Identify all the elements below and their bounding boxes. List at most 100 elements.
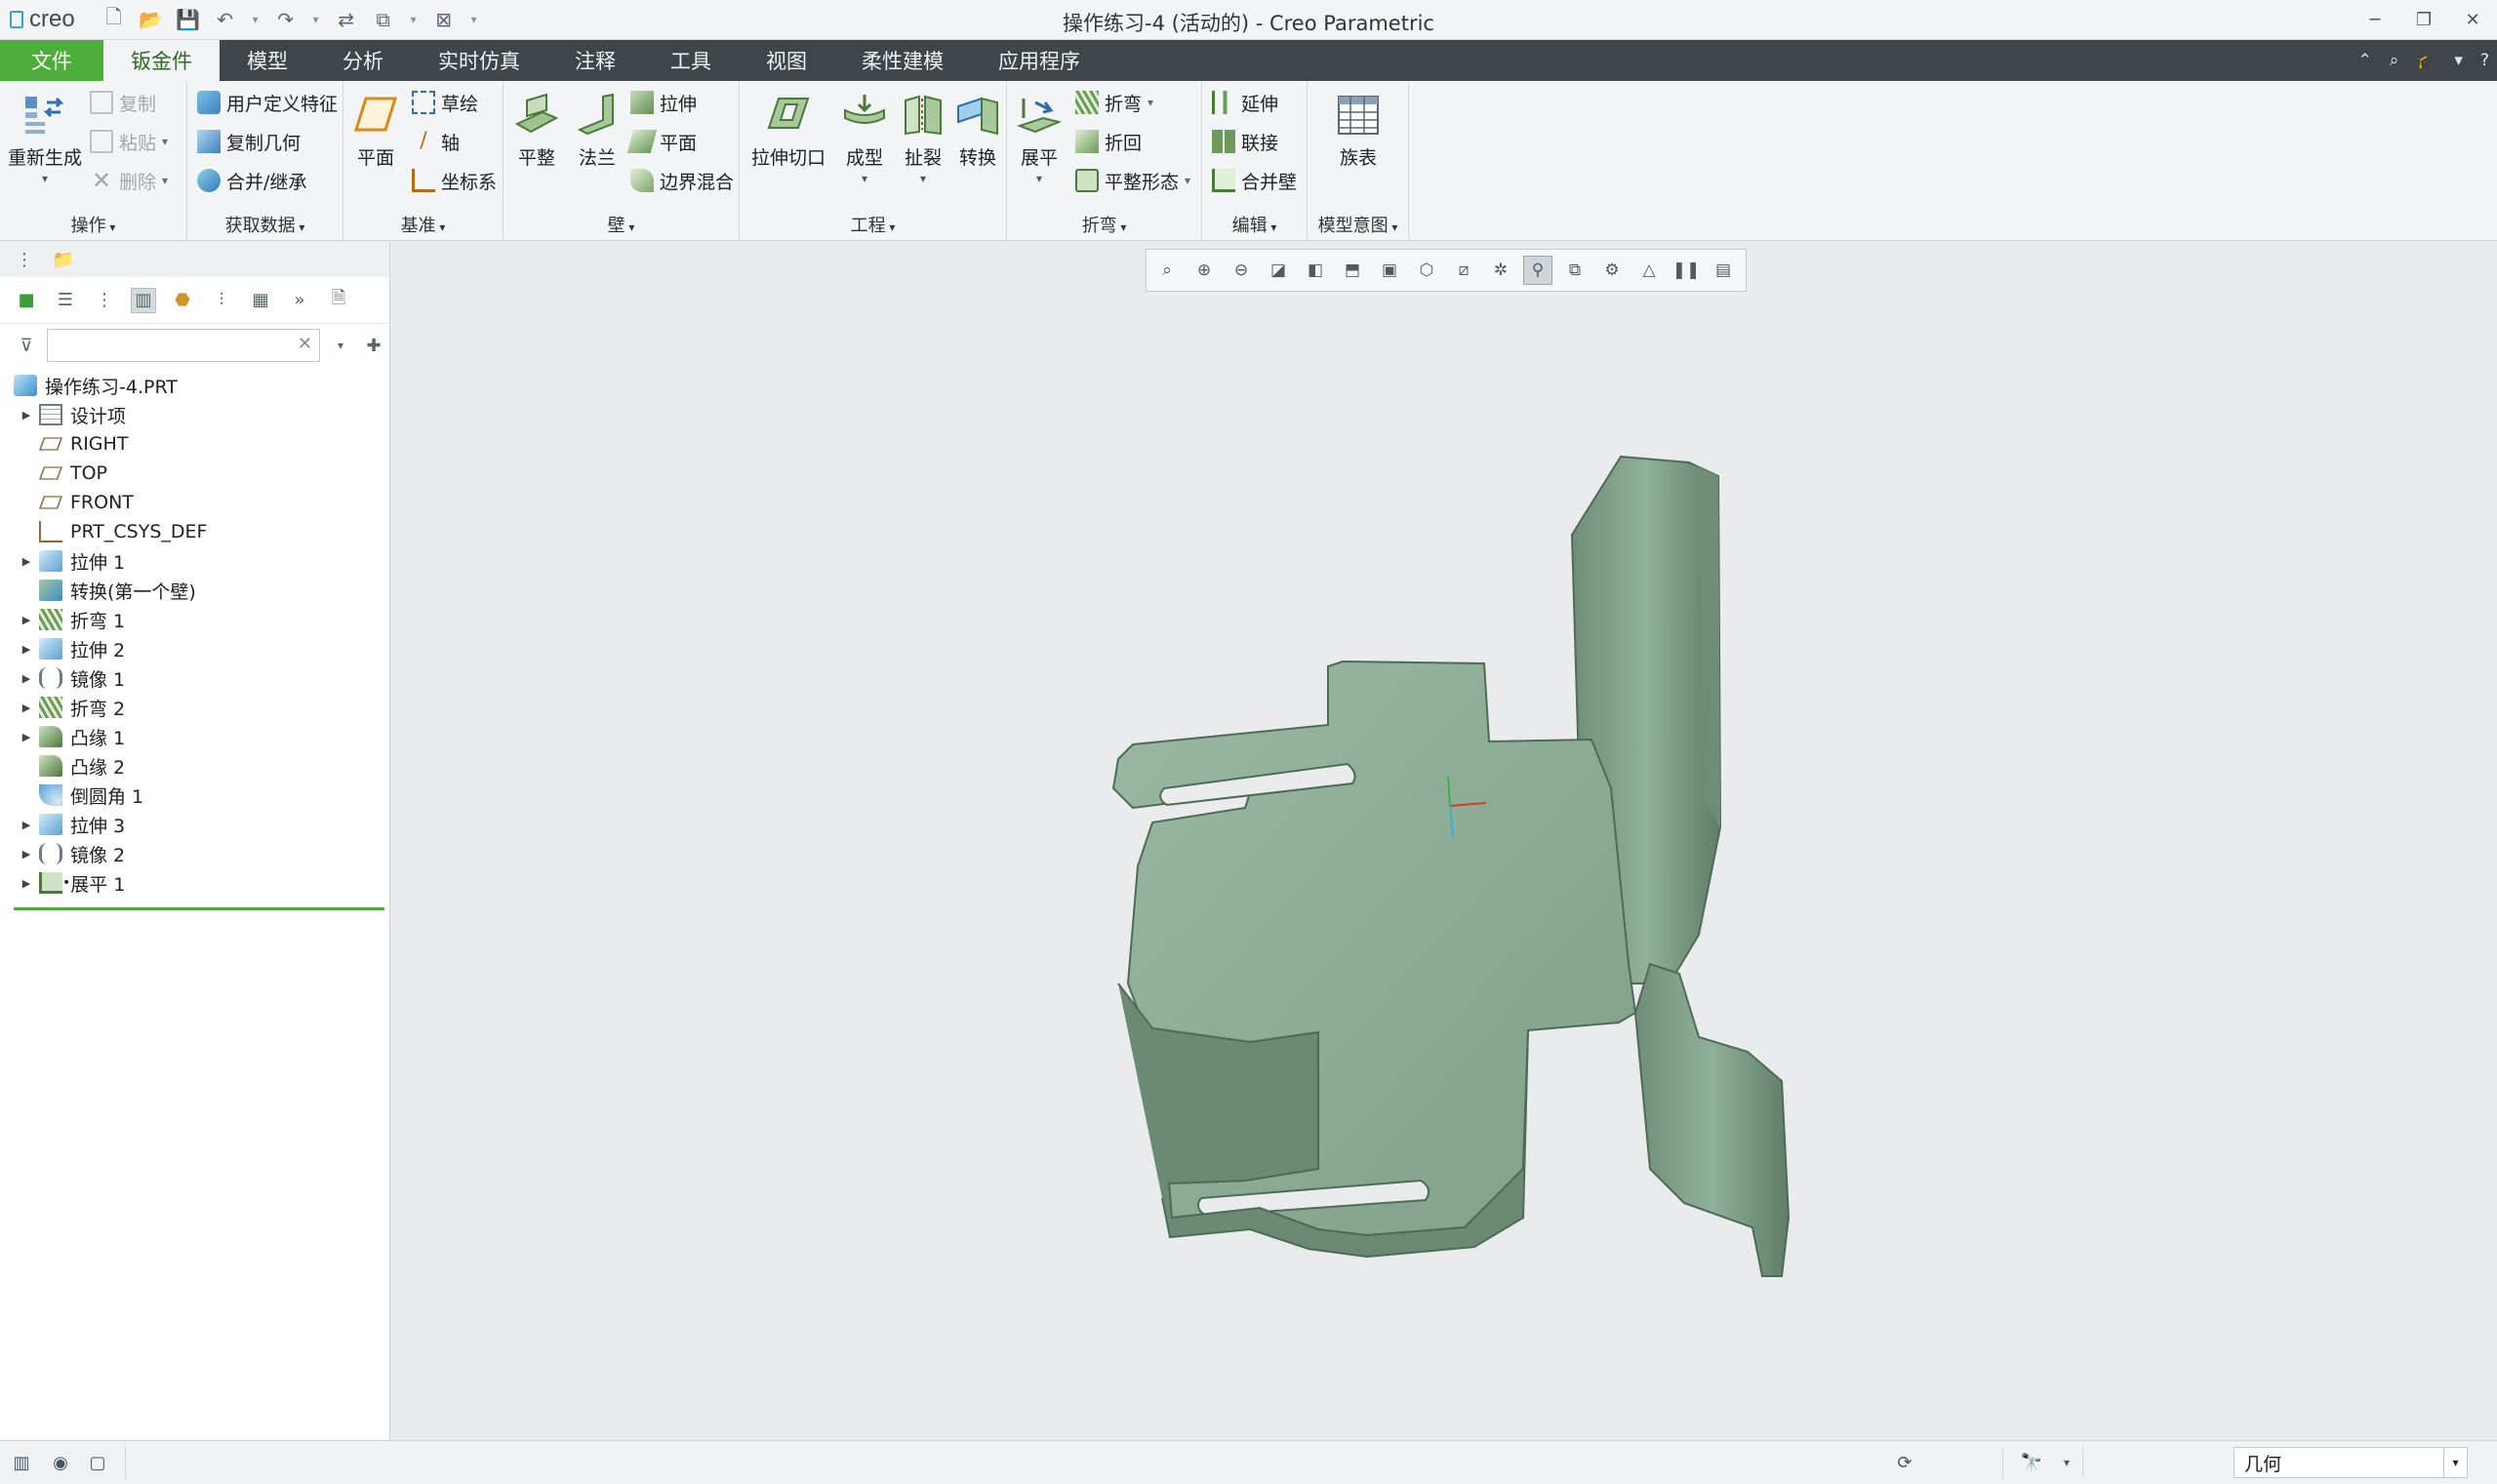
group-label-model-intent[interactable]: 模型意图	[1308, 212, 1408, 237]
form-dropdown-icon[interactable]: ▾	[862, 172, 867, 185]
collapse-ribbon-icon[interactable]: ⌃	[2357, 51, 2371, 70]
tab-sheetmetal[interactable]: 钣金件	[103, 40, 220, 81]
windows-dropdown-icon[interactable]: ▾	[407, 7, 421, 32]
tree-item[interactable]: ▶ 拉伸 1	[0, 546, 389, 576]
family-table-button[interactable]: 族表	[1319, 85, 1397, 190]
tab-annotate[interactable]: 注释	[547, 40, 643, 81]
group-label-edit[interactable]: 编辑	[1202, 212, 1307, 237]
tree-item[interactable]: ▶ 镜像 1	[0, 663, 389, 693]
filter-icon[interactable]: ⊽	[14, 333, 39, 358]
tree-item[interactable]: 凸缘 2	[0, 751, 389, 781]
tree-settings-icon[interactable]: ▦	[248, 288, 273, 313]
bend-back-button[interactable]: 折回	[1075, 124, 1142, 159]
clear-search-icon[interactable]: ✕	[298, 334, 312, 354]
group-label-get-data[interactable]: 获取数据	[187, 212, 342, 237]
tree-item[interactable]: ▶ 拉伸 2	[0, 634, 389, 663]
tree-item[interactable]: ▶ • 展平 1	[0, 868, 389, 898]
paste-button[interactable]: 粘贴 ▾	[90, 124, 168, 159]
graphics-area[interactable]: ⌕ ⊕ ⊖ ◪ ◧ ⬒ ▣ ⬡ ⧄ ✲ ⚲ ⧉ ⚙ △ ❚❚ ▤	[391, 242, 2497, 1440]
copy-geometry-button[interactable]: 复制几何	[197, 124, 301, 159]
tab-view[interactable]: 视图	[739, 40, 834, 81]
tree-item[interactable]: FRONT	[0, 488, 389, 517]
paste-dropdown-icon[interactable]: ▾	[162, 135, 168, 148]
expand-arrow-icon[interactable]: ▶	[20, 614, 33, 626]
expand-arrow-icon[interactable]: ▶	[20, 702, 33, 714]
search-dropdown-icon[interactable]: ▾	[328, 333, 353, 358]
toggle-navigator-icon[interactable]: ▥	[8, 1449, 35, 1476]
tab-tools[interactable]: 工具	[643, 40, 739, 81]
expand-arrow-icon[interactable]: ▶	[20, 877, 33, 890]
undo-dropdown-icon[interactable]: ▾	[249, 7, 262, 32]
tab-analysis[interactable]: 分析	[315, 40, 411, 81]
restore-icon[interactable]: ❐	[2409, 4, 2438, 35]
search-icon[interactable]: ⌕	[2390, 51, 2399, 70]
customize-toolbar-icon[interactable]: ▾	[467, 7, 481, 32]
tree-item[interactable]: ▶ 设计项	[0, 400, 389, 429]
form-button[interactable]: 成型 ▾	[833, 85, 896, 190]
tab-flexible-modeling[interactable]: 柔性建模	[834, 40, 971, 81]
flat-state-button[interactable]: 平整形态 ▾	[1075, 163, 1190, 198]
minimize-icon[interactable]: ─	[2360, 4, 2390, 35]
group-label-engineering[interactable]: 工程	[740, 212, 1006, 237]
full-screen-icon[interactable]: ▢	[84, 1449, 111, 1476]
new-file-icon[interactable]: 🗋	[101, 5, 128, 32]
close-icon[interactable]: ✕	[2458, 4, 2487, 35]
tab-applications[interactable]: 应用程序	[971, 40, 1108, 81]
flat-wall-button[interactable]: 平整	[503, 85, 570, 190]
redo-dropdown-icon[interactable]: ▾	[309, 7, 323, 32]
tree-item[interactable]: ▶ 折弯 2	[0, 693, 389, 722]
tree-item[interactable]: ▶ 镜像 2	[0, 839, 389, 868]
unbend-dropdown-icon[interactable]: ▾	[1036, 172, 1042, 185]
more-tools-icon[interactable]: »	[287, 288, 312, 313]
rip-dropdown-icon[interactable]: ▾	[920, 172, 926, 185]
sketch-button[interactable]: 草绘	[412, 85, 478, 120]
udf-button[interactable]: 用户定义特征	[197, 85, 338, 120]
undo-icon[interactable]: ↶	[212, 7, 239, 32]
insert-here-line[interactable]	[14, 907, 384, 910]
help-icon[interactable]: ?	[2480, 51, 2489, 70]
find-dropdown-icon[interactable]: ▾	[2053, 1449, 2080, 1476]
regenerate-dropdown-icon[interactable]: ▾	[42, 172, 48, 185]
flat-state-dropdown-icon[interactable]: ▾	[1185, 174, 1190, 187]
delete-button[interactable]: ✕ 删除 ▾	[90, 163, 168, 198]
bend-button[interactable]: 折弯 ▾	[1075, 85, 1153, 120]
unbend-button[interactable]: 展平 ▾	[1007, 85, 1071, 190]
toggle-browser-icon[interactable]: ◉	[47, 1449, 74, 1476]
expand-arrow-icon[interactable]: ▶	[20, 731, 33, 743]
expand-arrow-icon[interactable]: ▶	[20, 819, 33, 831]
selection-filter-select[interactable]: 几何 ▾	[2234, 1447, 2468, 1478]
regenerate-icon[interactable]: ⇄	[333, 7, 360, 32]
extrude-cut-button[interactable]: 拉伸切口	[744, 85, 833, 190]
regeneration-status-icon[interactable]: ⟳	[1891, 1449, 1918, 1476]
expand-arrow-icon[interactable]: ▶	[20, 555, 33, 568]
boundary-blend-button[interactable]: 边界混合	[630, 163, 734, 198]
extrude-wall-button[interactable]: 拉伸	[630, 85, 697, 120]
datum-plane-button[interactable]: 平面	[343, 85, 408, 190]
sheetmetal-model[interactable]	[391, 242, 2497, 1440]
show-icon[interactable]: ■	[14, 288, 39, 313]
tree-item[interactable]: RIGHT	[0, 429, 389, 459]
expand-all-icon[interactable]: ☰	[53, 288, 78, 313]
model-tree-tab-icon[interactable]: ⋮	[12, 247, 37, 272]
extend-button[interactable]: 延伸	[1212, 85, 1278, 120]
redo-icon[interactable]: ↷	[272, 7, 300, 32]
tree-item[interactable]: ▶ 凸缘 1	[0, 722, 389, 751]
merge-walls-button[interactable]: 合并壁	[1212, 163, 1297, 198]
join-button[interactable]: 联接	[1212, 124, 1278, 159]
close-window-icon[interactable]: ⊠	[430, 7, 458, 32]
tab-file[interactable]: 文件	[0, 40, 103, 81]
delete-dropdown-icon[interactable]: ▾	[162, 174, 168, 187]
plane-wall-button[interactable]: 平面	[626, 124, 697, 159]
collapse-all-icon[interactable]: ⋮	[92, 288, 117, 313]
expand-arrow-icon[interactable]: ▶	[20, 409, 33, 421]
group-label-datum[interactable]: 基准	[343, 212, 503, 237]
tree-item[interactable]: 倒圆角 1	[0, 781, 389, 810]
tree-item[interactable]: ▶ 折弯 1	[0, 605, 389, 634]
selection-filter-dropdown-icon[interactable]: ▾	[2443, 1448, 2467, 1477]
add-filter-icon[interactable]: ✚	[361, 333, 386, 358]
axis-button[interactable]: / 轴	[412, 124, 460, 159]
csys-button[interactable]: 坐标系	[412, 163, 497, 198]
tree-root-item[interactable]: 操作练习-4.PRT	[0, 371, 389, 400]
save-icon[interactable]: 💾	[175, 7, 202, 32]
highlight-icon[interactable]: ⬣	[170, 288, 195, 313]
